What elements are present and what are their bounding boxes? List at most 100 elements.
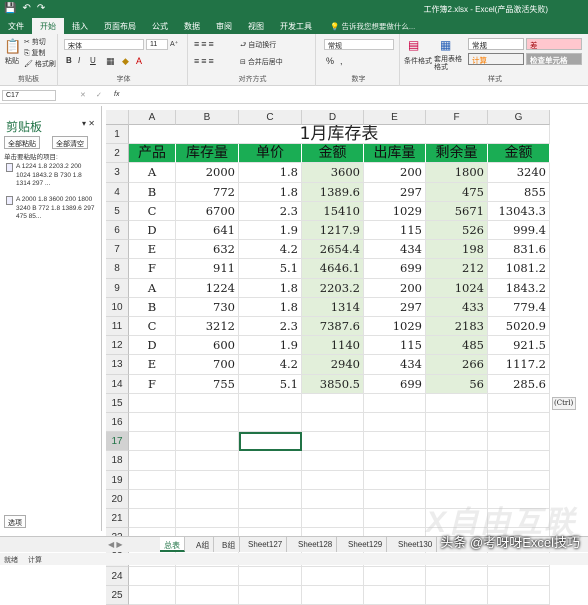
- empty-cell[interactable]: [302, 451, 364, 471]
- table-cell[interactable]: 2000: [176, 163, 239, 183]
- table-cell[interactable]: 2203.2: [302, 278, 364, 298]
- column-header[interactable]: C: [239, 110, 302, 125]
- table-header-cell[interactable]: 单价: [239, 144, 302, 164]
- table-cell[interactable]: 2.3: [239, 201, 302, 221]
- empty-cell[interactable]: [488, 451, 550, 471]
- table-cell[interactable]: B: [129, 297, 176, 317]
- menu-tab[interactable]: 文件: [0, 18, 32, 34]
- style-bad[interactable]: 差: [526, 38, 582, 50]
- table-cell[interactable]: F: [129, 259, 176, 279]
- empty-cell[interactable]: [129, 566, 176, 586]
- empty-cell[interactable]: [176, 489, 239, 509]
- comma-button[interactable]: ,: [340, 56, 343, 66]
- table-cell[interactable]: 212: [426, 259, 488, 279]
- table-cell[interactable]: 5671: [426, 201, 488, 221]
- row-header[interactable]: 4: [106, 182, 129, 202]
- table-cell[interactable]: 1117.2: [488, 355, 550, 375]
- empty-cell[interactable]: [364, 393, 426, 413]
- empty-cell[interactable]: [488, 432, 550, 452]
- wrap-text-button[interactable]: ⮐ 自动换行: [240, 40, 276, 52]
- table-cell[interactable]: 297: [364, 297, 426, 317]
- table-cell[interactable]: 2.3: [239, 317, 302, 337]
- table-cell[interactable]: C: [129, 317, 176, 337]
- row-header[interactable]: 11: [106, 317, 129, 337]
- row-header[interactable]: 2: [106, 144, 129, 164]
- align-top-icons[interactable]: ≡≡≡: [194, 39, 216, 49]
- empty-cell[interactable]: [426, 393, 488, 413]
- bold-button[interactable]: B: [66, 56, 72, 65]
- table-cell[interactable]: 433: [426, 297, 488, 317]
- empty-cell[interactable]: [176, 393, 239, 413]
- table-cell[interactable]: 730: [176, 297, 239, 317]
- empty-cell[interactable]: [488, 393, 550, 413]
- font-name-select[interactable]: 宋体: [64, 39, 144, 50]
- table-cell[interactable]: 56: [426, 374, 488, 394]
- pane-options-button[interactable]: 选项: [4, 515, 26, 528]
- table-cell[interactable]: 3850.5: [302, 374, 364, 394]
- table-cell[interactable]: D: [129, 336, 176, 356]
- empty-cell[interactable]: [129, 393, 176, 413]
- empty-cell[interactable]: [364, 413, 426, 433]
- conditional-format-icon[interactable]: ▤: [408, 38, 419, 52]
- row-header[interactable]: 9: [106, 278, 129, 298]
- menu-tab[interactable]: 审阅: [208, 18, 240, 34]
- menu-tab[interactable]: 开始: [32, 18, 64, 34]
- row-header[interactable]: 13: [106, 355, 129, 375]
- empty-cell[interactable]: [129, 470, 176, 490]
- menu-tab[interactable]: 开发工具: [272, 18, 320, 34]
- row-header[interactable]: 14: [106, 374, 129, 394]
- copy-button[interactable]: ⎘ 复制: [24, 48, 46, 58]
- row-header[interactable]: 21: [106, 509, 129, 529]
- empty-cell[interactable]: [239, 413, 302, 433]
- table-cell[interactable]: 1081.2: [488, 259, 550, 279]
- cancel-icon[interactable]: ✕: [80, 91, 86, 99]
- underline-button[interactable]: U: [90, 56, 96, 65]
- empty-cell[interactable]: [488, 585, 550, 605]
- table-cell[interactable]: 1.9: [239, 221, 302, 241]
- row-header[interactable]: 8: [106, 259, 129, 279]
- empty-cell[interactable]: [426, 470, 488, 490]
- empty-cell[interactable]: [129, 585, 176, 605]
- empty-cell[interactable]: [239, 585, 302, 605]
- tab-scroll-arrows[interactable]: ◀ ▶: [104, 537, 127, 552]
- table-cell[interactable]: A: [129, 163, 176, 183]
- table-cell[interactable]: 526: [426, 221, 488, 241]
- table-cell[interactable]: 2940: [302, 355, 364, 375]
- table-cell[interactable]: 200: [364, 278, 426, 298]
- style-calculation[interactable]: 计算: [468, 53, 524, 65]
- table-cell[interactable]: 1029: [364, 201, 426, 221]
- sheet-tab[interactable]: Sheet128: [294, 537, 338, 552]
- empty-cell[interactable]: [364, 470, 426, 490]
- font-color-icon[interactable]: A: [136, 56, 142, 66]
- empty-cell[interactable]: [364, 489, 426, 509]
- row-header[interactable]: 6: [106, 221, 129, 241]
- number-format-select[interactable]: 常规: [324, 39, 394, 50]
- table-cell[interactable]: E: [129, 355, 176, 375]
- table-cell[interactable]: 999.4: [488, 221, 550, 241]
- table-cell[interactable]: 2654.4: [302, 240, 364, 260]
- table-cell[interactable]: 5.1: [239, 374, 302, 394]
- empty-cell[interactable]: [239, 509, 302, 529]
- clipboard-item[interactable]: A 2000 1.8 3600 200 1800 3240 B 772 1.8 …: [6, 196, 96, 222]
- formula-input[interactable]: [132, 90, 584, 101]
- empty-cell[interactable]: [426, 432, 488, 452]
- column-header[interactable]: A: [129, 110, 176, 125]
- table-cell[interactable]: 13043.3: [488, 201, 550, 221]
- menu-tab[interactable]: 公式: [144, 18, 176, 34]
- table-cell[interactable]: 1843.2: [488, 278, 550, 298]
- clear-all-button[interactable]: 全部清空: [52, 136, 88, 149]
- table-cell[interactable]: 1.9: [239, 336, 302, 356]
- empty-cell[interactable]: [364, 432, 426, 452]
- fill-color-icon[interactable]: ◆: [122, 56, 129, 67]
- row-header[interactable]: 15: [106, 393, 129, 413]
- column-header[interactable]: G: [488, 110, 550, 125]
- table-cell[interactable]: 266: [426, 355, 488, 375]
- table-cell[interactable]: E: [129, 240, 176, 260]
- table-cell[interactable]: 699: [364, 374, 426, 394]
- empty-cell[interactable]: [302, 432, 364, 452]
- table-cell[interactable]: 115: [364, 221, 426, 241]
- sheet-tab[interactable]: B组: [218, 537, 241, 552]
- row-header[interactable]: 24: [106, 566, 129, 586]
- empty-cell[interactable]: [176, 509, 239, 529]
- empty-cell[interactable]: [129, 413, 176, 433]
